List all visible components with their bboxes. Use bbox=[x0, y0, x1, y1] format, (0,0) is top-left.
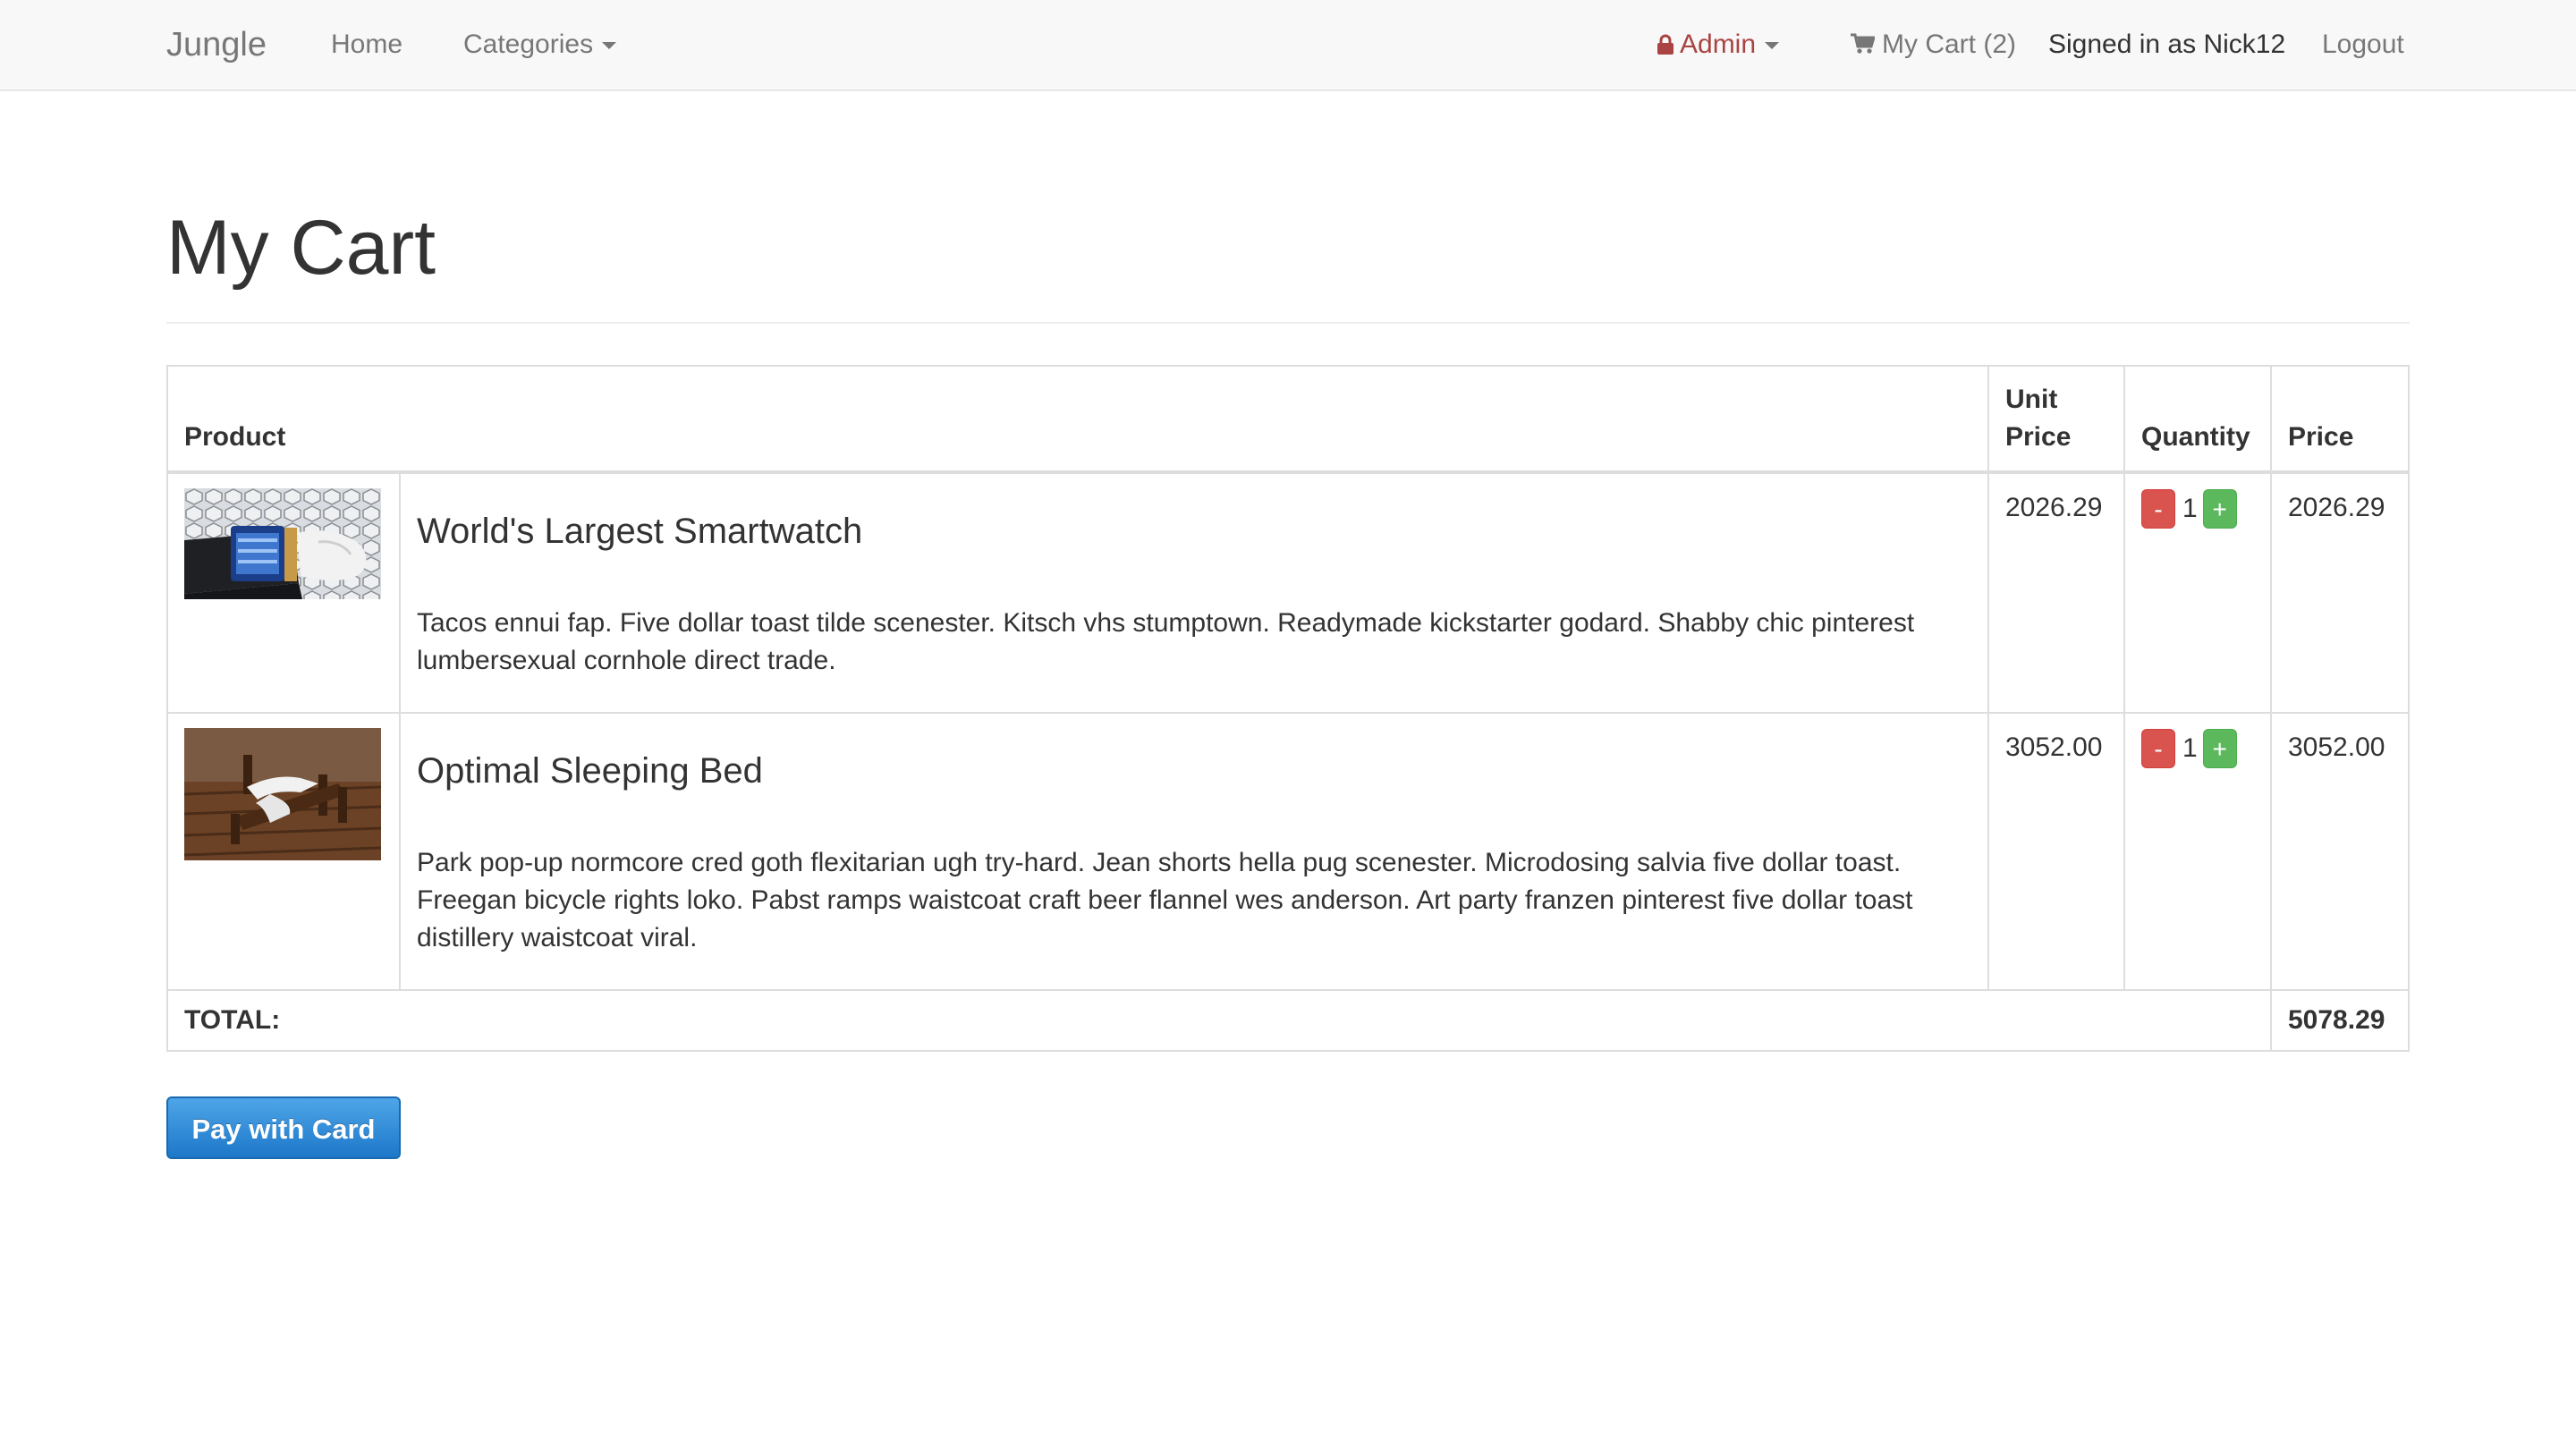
page-title: My Cart bbox=[166, 205, 436, 291]
navbar: Jungle Home Categories Admin My Cart (2)… bbox=[0, 0, 2576, 91]
pay-with-card-button[interactable]: Pay with Card bbox=[166, 1096, 401, 1159]
product-name[interactable]: Optimal Sleeping Bed bbox=[417, 749, 1971, 792]
product-info-cell: Optimal Sleeping Bed Park pop-up normcor… bbox=[399, 712, 1989, 991]
total-value: 5078.29 bbox=[2270, 989, 2410, 1052]
product-image-cell bbox=[166, 712, 401, 991]
categories-dropdown[interactable]: Categories bbox=[463, 0, 617, 89]
lock-icon bbox=[1657, 3, 1674, 55]
decrease-quantity-button[interactable]: - bbox=[2141, 489, 2175, 529]
admin-dropdown[interactable]: Admin bbox=[1657, 0, 1780, 89]
quantity-stepper: -1 + bbox=[2123, 712, 2272, 991]
chevron-down-icon bbox=[1765, 42, 1780, 50]
table-row: World's Largest Smartwatch Tacos ennui f… bbox=[166, 471, 2410, 714]
unit-price-cell: 2026.29 bbox=[1987, 471, 2125, 714]
product-image-smartwatch[interactable] bbox=[184, 488, 381, 599]
signed-in-text: Signed in as Nick12 bbox=[2048, 30, 2286, 59]
total-label: TOTAL: bbox=[166, 989, 2272, 1052]
cart-table: Product Unit Price Quantity Price World'… bbox=[166, 365, 2410, 1052]
header-price: Price bbox=[2270, 365, 2410, 474]
header-product: Product bbox=[166, 365, 1989, 474]
quantity-value: 1 bbox=[2182, 494, 2198, 524]
table-header-row: Product Unit Price Quantity Price bbox=[166, 365, 2410, 474]
header-quantity: Quantity bbox=[2123, 365, 2272, 474]
chevron-down-icon bbox=[602, 42, 617, 50]
brand-link[interactable]: Jungle bbox=[166, 0, 267, 89]
price-cell: 3052.00 bbox=[2270, 712, 2410, 991]
my-cart-label: My Cart (2) bbox=[1882, 30, 2016, 59]
quantity-stepper: -1 + bbox=[2123, 471, 2272, 714]
product-description: Park pop-up normcore cred goth flexitari… bbox=[417, 848, 1913, 952]
product-description: Tacos ennui fap. Five dollar toast tilde… bbox=[417, 608, 1915, 675]
my-cart-link[interactable]: My Cart (2) bbox=[1850, 0, 2016, 89]
categories-label: Categories bbox=[463, 30, 594, 59]
total-row: TOTAL: 5078.29 bbox=[166, 989, 2410, 1052]
decrease-quantity-button[interactable]: - bbox=[2141, 729, 2175, 769]
admin-label: Admin bbox=[1680, 30, 1757, 59]
product-image-cell bbox=[166, 471, 401, 714]
increase-quantity-button[interactable]: + bbox=[2202, 729, 2237, 769]
unit-price-cell: 3052.00 bbox=[1987, 712, 2125, 991]
logout-link[interactable]: Logout bbox=[2322, 0, 2404, 89]
header-unit-price: Unit Price bbox=[1987, 365, 2125, 474]
increase-quantity-button[interactable]: + bbox=[2202, 489, 2237, 529]
nav-home-link[interactable]: Home bbox=[331, 0, 402, 89]
product-name[interactable]: World's Largest Smartwatch bbox=[417, 510, 1971, 553]
table-row: Optimal Sleeping Bed Park pop-up normcor… bbox=[166, 712, 2410, 991]
title-divider bbox=[166, 322, 2410, 324]
product-info-cell: World's Largest Smartwatch Tacos ennui f… bbox=[399, 471, 1989, 714]
quantity-value: 1 bbox=[2182, 733, 2198, 764]
product-image-bed[interactable] bbox=[184, 728, 381, 860]
price-cell: 2026.29 bbox=[2270, 471, 2410, 714]
shopping-cart-icon bbox=[1850, 2, 1877, 54]
